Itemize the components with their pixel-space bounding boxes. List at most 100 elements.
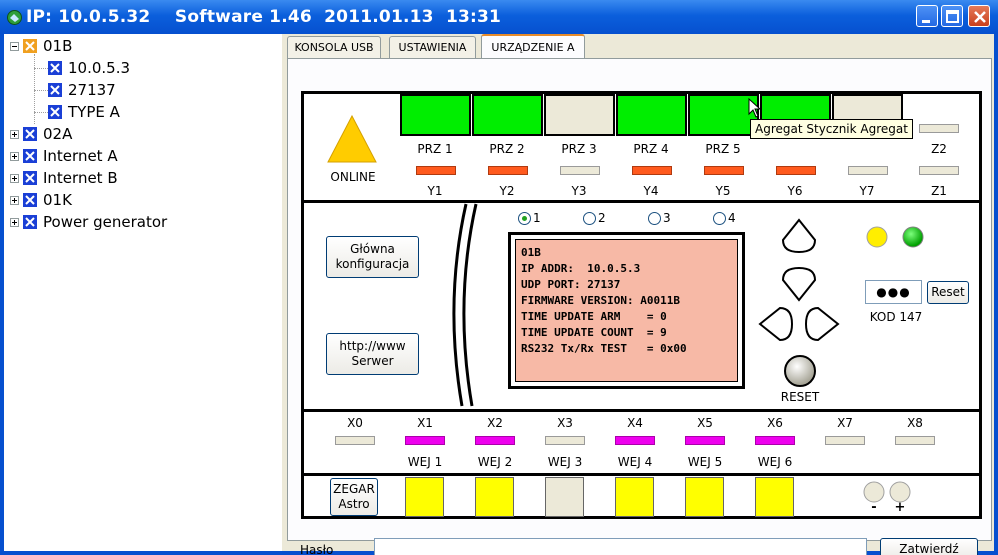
- maximize-button[interactable]: [941, 5, 963, 27]
- x-label: X3: [557, 416, 573, 430]
- tree-item-label: 01B: [43, 37, 73, 55]
- radio-4[interactable]: 4: [713, 211, 736, 225]
- radio-1[interactable]: 1: [518, 211, 541, 225]
- lcd-display: 01B IP ADDR: 10.0.5.3 UDP PORT: 27137 FI…: [508, 232, 745, 389]
- x7-led: [825, 436, 865, 445]
- collapse-icon[interactable]: [10, 41, 19, 51]
- input-box-4[interactable]: [615, 477, 654, 517]
- tree-item-01b[interactable]: 01B: [10, 35, 72, 57]
- tree-item-type[interactable]: TYPE A: [48, 101, 120, 123]
- http-server-button[interactable]: http://www Serwer: [326, 333, 419, 375]
- arrow-right-button[interactable]: [804, 306, 840, 346]
- x5-led: [685, 436, 725, 445]
- wej-label: WEJ 1: [407, 455, 443, 469]
- relay-box-prz3[interactable]: [544, 94, 615, 136]
- code-input[interactable]: ●●●: [865, 280, 922, 304]
- main-config-button[interactable]: Główna konfiguracja: [326, 236, 419, 278]
- expand-icon[interactable]: [10, 195, 19, 205]
- tab-urzadzenie-a[interactable]: URZĄDZENIE A: [481, 34, 585, 59]
- radio-button[interactable]: [648, 211, 661, 225]
- radio-label: 4: [728, 211, 736, 225]
- zatwierdz-button[interactable]: Zatwierdź: [880, 538, 978, 555]
- tree-item-label: Internet B: [43, 169, 118, 187]
- relay-box-prz4[interactable]: [616, 94, 687, 136]
- code-label: KOD 147: [869, 310, 923, 324]
- password-label: Hasło: [300, 543, 334, 555]
- lcd-line: FIRMWARE VERSION: A0011B: [521, 294, 680, 307]
- input-box-3[interactable]: [545, 477, 584, 517]
- input-box-6[interactable]: [755, 477, 794, 517]
- radio-label: 3: [663, 211, 671, 225]
- expand-icon[interactable]: [10, 151, 19, 161]
- lcd-line: TIME UPDATE ARM = 0: [521, 310, 667, 323]
- tree-item-internet-b[interactable]: Internet B: [10, 167, 118, 189]
- device-tree: 01B 10.0.5.3 27137 TYPE A 02A Internet A: [4, 34, 282, 551]
- radio-3[interactable]: 3: [648, 211, 671, 225]
- radio-button[interactable]: [518, 211, 531, 225]
- expand-icon[interactable]: [10, 173, 19, 183]
- tree-line: [34, 54, 35, 124]
- arrow-down-button[interactable]: [781, 266, 817, 306]
- radio-2[interactable]: 2: [583, 211, 606, 225]
- tree-item-label: Power generator: [43, 213, 168, 231]
- arrow-up-button[interactable]: [781, 218, 817, 258]
- y4-led: [632, 166, 672, 175]
- expand-icon[interactable]: [10, 129, 19, 139]
- tab-ustawienia[interactable]: USTAWIENIA: [389, 36, 476, 58]
- relay-box-prz1[interactable]: [400, 94, 471, 136]
- reset-knob[interactable]: [783, 354, 817, 392]
- x6-led: [755, 436, 795, 445]
- radio-label: 1: [533, 211, 541, 225]
- tree-line: [34, 68, 48, 69]
- x-label: X5: [697, 416, 713, 430]
- radio-label: 2: [598, 211, 606, 225]
- x-label: X6: [767, 416, 783, 430]
- radio-button[interactable]: [583, 211, 596, 225]
- blue-x-icon: [23, 193, 37, 207]
- tree-item-port[interactable]: 27137: [48, 79, 116, 101]
- z2-led: [919, 124, 959, 133]
- tree-item-label: 10.0.5.3: [68, 59, 131, 77]
- reset-code-button[interactable]: Reset: [927, 281, 969, 304]
- relay-label: PRZ 3: [561, 142, 597, 156]
- lcd-line: UDP PORT: 27137: [521, 278, 621, 291]
- input-box-5[interactable]: [685, 477, 724, 517]
- tree-item-01k[interactable]: 01K: [10, 189, 72, 211]
- zegar-astro-button[interactable]: ZEGAR Astro: [330, 478, 378, 516]
- x-label: X1: [417, 416, 433, 430]
- x0-led: [335, 436, 375, 445]
- password-input[interactable]: [374, 538, 867, 555]
- blue-x-icon: [23, 127, 37, 141]
- relay-box-prz2[interactable]: [472, 94, 543, 136]
- radio-button[interactable]: [713, 211, 726, 225]
- arrow-left-button[interactable]: [758, 306, 794, 346]
- input-box-2[interactable]: [475, 477, 514, 517]
- plus-label: +: [894, 500, 906, 515]
- tree-item-ip[interactable]: 10.0.5.3: [48, 57, 130, 79]
- tab-konsola-usb[interactable]: KONSOLA USB: [287, 36, 381, 58]
- title-bar: IP: 10.0.5.32 Software 1.46 2011.01.13 1…: [0, 0, 998, 34]
- y-label: Y1: [427, 184, 443, 198]
- y-label: Y7: [859, 184, 875, 198]
- input-box-1[interactable]: [405, 477, 444, 517]
- minimize-button[interactable]: [916, 5, 938, 27]
- y3-led: [560, 166, 600, 175]
- y-label: Y6: [787, 184, 803, 198]
- lcd-line: TIME UPDATE COUNT = 9: [521, 326, 667, 339]
- relay-label: PRZ 1: [417, 142, 453, 156]
- x-label: X2: [487, 416, 503, 430]
- relay-label: PRZ 5: [705, 142, 741, 156]
- y7-led: [848, 166, 888, 175]
- x4-led: [615, 436, 655, 445]
- expand-icon[interactable]: [10, 217, 19, 227]
- x-label: X4: [627, 416, 643, 430]
- tree-item-02a[interactable]: 02A: [10, 123, 72, 145]
- y-label: Y2: [499, 184, 515, 198]
- z1-label: Z1: [931, 184, 947, 198]
- y-label: Y4: [643, 184, 659, 198]
- tree-item-internet-a[interactable]: Internet A: [10, 145, 118, 167]
- tree-item-power-generator[interactable]: Power generator: [10, 211, 167, 233]
- x8-led: [895, 436, 935, 445]
- app-icon: [6, 9, 23, 26]
- close-button[interactable]: [968, 5, 990, 27]
